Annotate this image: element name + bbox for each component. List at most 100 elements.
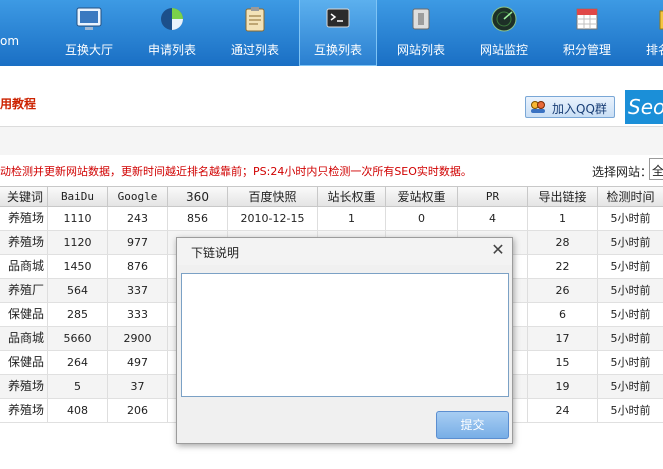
- cell-outbound-links: 24: [528, 399, 598, 422]
- nav-item-exchange-hall[interactable]: 互换大厅: [51, 0, 127, 66]
- cell-outbound-links: 28: [528, 231, 598, 254]
- cell-keyword: 养殖场: [0, 399, 48, 422]
- column-header-check-time[interactable]: 检测时间: [598, 187, 663, 207]
- cell-google: 243: [108, 207, 168, 230]
- nav-item-label: 网站监控: [479, 43, 528, 57]
- cell-keyword: 保健品: [0, 303, 48, 326]
- cell-baidu: 5: [48, 375, 108, 398]
- cell-baidu-snapshot: 2010-12-15: [228, 207, 318, 230]
- cell-baidu: 408: [48, 399, 108, 422]
- tutorial-link[interactable]: 用教程: [0, 95, 36, 112]
- cell-check-time: 5小时前: [610, 380, 651, 393]
- site-select[interactable]: 全: [649, 158, 663, 180]
- radar-icon: [491, 6, 517, 32]
- column-header-aizhan-weight[interactable]: 爱站权重: [386, 187, 458, 207]
- cell-keyword: 品商城: [0, 327, 48, 350]
- cell-outbound-links: 1: [528, 207, 598, 230]
- nav-item-label: 积分管理: [562, 43, 611, 57]
- cell-check-time: 5小时前: [610, 356, 651, 369]
- qq-group-icon: [531, 101, 545, 113]
- column-header-zhanzhang-weight[interactable]: 站长权重: [318, 187, 386, 207]
- dialog-header: 下链说明 ✕: [177, 238, 512, 265]
- cell-outbound-links: 6: [528, 303, 598, 326]
- column-header-baidu[interactable]: BaiDu: [48, 187, 108, 207]
- cell-zhanzhang-weight: 1: [318, 207, 386, 230]
- cell-check-time: 5小时前: [610, 308, 651, 321]
- cell-keyword: 品商城: [0, 255, 48, 278]
- cell-check-time: 5小时前: [610, 212, 651, 225]
- nav-item-site-list[interactable]: 网站列表: [383, 0, 459, 66]
- description-textarea[interactable]: [181, 273, 509, 397]
- nav-item-points[interactable]: 积分管理: [549, 0, 625, 66]
- nav-item-applications[interactable]: 申请列表: [134, 0, 210, 66]
- brand-fragment: om: [0, 34, 20, 48]
- cell-360: 856: [168, 207, 228, 230]
- cell-google: 37: [108, 375, 168, 398]
- cell-pr: 4: [458, 207, 528, 230]
- cell-google: 206: [108, 399, 168, 422]
- rank-icon: [659, 10, 663, 30]
- cell-outbound-links: 15: [528, 351, 598, 374]
- nav-item-label: 互换大厅: [64, 43, 113, 57]
- cell-keyword: 养殖场: [0, 231, 48, 254]
- column-header-360[interactable]: 360: [168, 187, 228, 207]
- calendar-icon: [576, 8, 598, 30]
- column-header-outbound-links[interactable]: 导出链接: [528, 187, 598, 207]
- seo-logo: Seo: [625, 90, 663, 124]
- nav-item-label: 通过列表: [230, 43, 279, 57]
- table-header: 关键词 BaiDu Google 360 百度快照 站长权重 爱站权重 PR 导…: [0, 186, 663, 207]
- nav-item-label: 网站列表: [396, 43, 445, 57]
- terminal-icon: [326, 8, 350, 28]
- cell-baidu: 1110: [48, 207, 108, 230]
- cell-check-time: 5小时前: [610, 284, 651, 297]
- table-row[interactable]: 养殖场 1110 243 856 2010-12-15 1 0 4 1 5小时前: [0, 207, 663, 231]
- window-icon: [412, 8, 430, 30]
- cell-baidu: 264: [48, 351, 108, 374]
- column-header-baidu-snapshot[interactable]: 百度快照: [228, 187, 318, 207]
- join-qq-group-label: 加入QQ群: [552, 102, 607, 116]
- cell-baidu: 5660: [48, 327, 108, 350]
- nav-item-label: 排名: [646, 43, 663, 57]
- notice-row: 动检测并更新网站数据，更新时间越近排名越靠前；PS:24小时内只检测一次所有SE…: [0, 155, 663, 185]
- cell-google: 876: [108, 255, 168, 278]
- close-icon[interactable]: ✕: [490, 242, 506, 258]
- cell-baidu: 285: [48, 303, 108, 326]
- cell-google: 497: [108, 351, 168, 374]
- join-qq-group-button[interactable]: 加入QQ群: [525, 96, 615, 118]
- cell-aizhan-weight: 0: [386, 207, 458, 230]
- column-header-google[interactable]: Google: [108, 187, 168, 207]
- nav-item-exchange-list[interactable]: 互换列表: [299, 0, 377, 66]
- column-header-keyword[interactable]: 关键词: [0, 187, 48, 207]
- toolbar-strip: [0, 127, 663, 155]
- notice-text: 动检测并更新网站数据，更新时间越近排名越靠前；PS:24小时内只检测一次所有SE…: [0, 165, 472, 178]
- cell-outbound-links: 22: [528, 255, 598, 278]
- nav-item-approved[interactable]: 通过列表: [217, 0, 293, 66]
- site-select-label: 选择网站：: [592, 165, 653, 179]
- cell-outbound-links: 19: [528, 375, 598, 398]
- outbound-link-dialog: 下链说明 ✕ 提交: [176, 237, 513, 444]
- cell-google: 2900: [108, 327, 168, 350]
- cell-baidu: 1450: [48, 255, 108, 278]
- cell-check-time: 5小时前: [610, 236, 651, 249]
- monitor-icon: [76, 7, 102, 30]
- sub-bar: 用教程 加入QQ群 Seo: [0, 66, 663, 127]
- pie-chart-icon: [161, 8, 183, 30]
- nav-item-label: 互换列表: [313, 43, 362, 57]
- cell-keyword: 养殖场: [0, 207, 48, 230]
- cell-keyword: 养殖厂: [0, 279, 48, 302]
- cell-google: 333: [108, 303, 168, 326]
- column-header-pr[interactable]: PR: [458, 187, 528, 207]
- cell-check-time: 5小时前: [610, 260, 651, 273]
- cell-check-time: 5小时前: [610, 404, 651, 417]
- cell-baidu: 1120: [48, 231, 108, 254]
- nav-item-rank[interactable]: 排名: [632, 0, 663, 66]
- clipboard-icon: [245, 7, 265, 32]
- cell-keyword: 保健品: [0, 351, 48, 374]
- submit-button[interactable]: 提交: [436, 411, 509, 439]
- cell-check-time: 5小时前: [610, 332, 651, 345]
- app-window: { "brand_fragment": "om", "nav": { "item…: [0, 0, 663, 469]
- nav-item-label: 申请列表: [147, 43, 196, 57]
- cell-baidu: 564: [48, 279, 108, 302]
- nav-item-site-monitor[interactable]: 网站监控: [466, 0, 542, 66]
- cell-google: 337: [108, 279, 168, 302]
